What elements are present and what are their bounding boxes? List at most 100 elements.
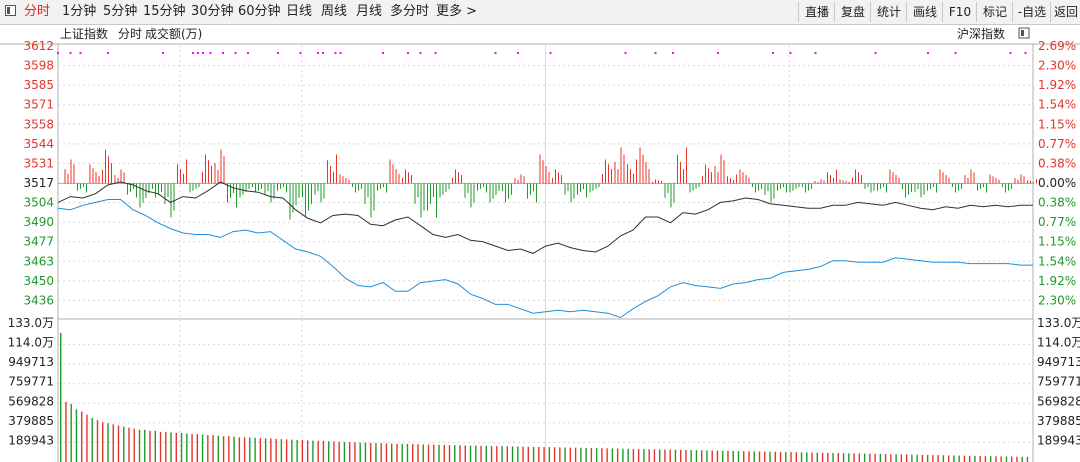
rise-bar bbox=[733, 179, 734, 184]
rise-bar bbox=[214, 163, 216, 184]
rise-bar bbox=[939, 169, 941, 184]
volume-tick-label-left: 949713 bbox=[8, 355, 54, 369]
fall-bar bbox=[264, 183, 266, 195]
volume-bar bbox=[338, 441, 340, 462]
tab-weekly[interactable]: 周线 bbox=[321, 3, 347, 20]
rise-bar bbox=[989, 174, 991, 184]
rise-bar bbox=[327, 160, 328, 184]
tab-fenshi[interactable]: 分时 bbox=[24, 3, 50, 20]
volume-bar bbox=[306, 440, 309, 462]
fall-bar bbox=[583, 183, 584, 190]
rise-bar bbox=[702, 175, 703, 184]
rise-bar bbox=[183, 173, 184, 184]
rise-bar bbox=[830, 175, 831, 184]
fall-bar bbox=[320, 183, 322, 203]
fall-bar bbox=[808, 183, 809, 191]
rise-bar bbox=[458, 172, 459, 184]
volume-bar bbox=[622, 448, 624, 462]
fall-bar bbox=[783, 183, 784, 188]
mark-button[interactable]: 标记 bbox=[976, 2, 1013, 22]
volume-bar bbox=[701, 450, 703, 462]
rise-bar bbox=[402, 177, 403, 184]
fall-bar bbox=[570, 183, 572, 203]
rise-bar bbox=[548, 171, 550, 184]
live-button[interactable]: 直播 bbox=[798, 2, 835, 22]
tab-monthly[interactable]: 月线 bbox=[356, 3, 382, 20]
intraday-chart[interactable]: 3612 2.69% 3598 2.30% 3585 1.92% 3571 1.54% 3558… bbox=[0, 25, 1080, 462]
rise-bar bbox=[973, 172, 975, 184]
fall-bar bbox=[527, 183, 528, 199]
draw-line-button[interactable]: 画线 bbox=[906, 2, 943, 22]
compare-index-name[interactable]: 沪深指数 bbox=[957, 26, 1005, 41]
pct-tick-label-right: 1.92% bbox=[1038, 274, 1076, 288]
fall-bar bbox=[873, 183, 875, 191]
volume-bar bbox=[401, 443, 403, 462]
volume-bar bbox=[968, 455, 971, 462]
rise-bar bbox=[211, 166, 212, 184]
fall-bar bbox=[952, 183, 953, 188]
volume-bar bbox=[86, 414, 88, 462]
event-marker bbox=[79, 52, 82, 54]
fall-bar bbox=[923, 183, 925, 195]
tab-5min[interactable]: 5分钟 bbox=[103, 3, 137, 20]
volume-bar bbox=[722, 450, 724, 462]
fall-bar bbox=[883, 183, 884, 188]
fall-bar bbox=[467, 183, 469, 194]
panel-toggle-icon[interactable] bbox=[5, 5, 16, 16]
rise-bar bbox=[858, 172, 859, 184]
rise-bar bbox=[677, 154, 678, 184]
fall-bar bbox=[195, 183, 197, 189]
price-tick-label-left: 3463 bbox=[23, 254, 54, 268]
fall-bar bbox=[667, 183, 669, 194]
fall-bar bbox=[955, 183, 956, 193]
event-marker bbox=[57, 52, 59, 54]
fall-bar bbox=[323, 183, 325, 199]
fall-bar bbox=[383, 183, 384, 188]
fall-bar bbox=[692, 183, 694, 191]
replay-button[interactable]: 复盘 bbox=[834, 2, 871, 22]
volume-bar bbox=[574, 447, 577, 462]
volume-bar bbox=[506, 446, 509, 462]
event-marker bbox=[1009, 52, 1012, 54]
volume-bar bbox=[417, 444, 419, 462]
fall-bar bbox=[167, 183, 169, 198]
tab-60min[interactable]: 60分钟 bbox=[238, 3, 281, 20]
f10-button[interactable]: F10 bbox=[942, 2, 977, 22]
tab-more[interactable]: 更多 > bbox=[436, 3, 477, 20]
remove-watchlist-button[interactable]: -自选 bbox=[1012, 2, 1051, 22]
compare-toggle-icon[interactable] bbox=[1018, 27, 1030, 39]
rise-bar bbox=[648, 169, 650, 184]
tab-15min[interactable]: 15分钟 bbox=[143, 3, 186, 20]
volume-bar bbox=[270, 438, 272, 462]
event-markers bbox=[57, 52, 1027, 54]
volume-bar bbox=[858, 453, 861, 462]
rise-bar bbox=[561, 175, 562, 184]
tab-daily[interactable]: 日线 bbox=[286, 3, 312, 20]
volume-bar bbox=[186, 433, 188, 462]
rise-bar bbox=[730, 178, 731, 184]
rise-bar bbox=[1030, 181, 1031, 184]
tab-multi-fenshi[interactable]: 多分时 bbox=[390, 3, 429, 20]
fall-bar bbox=[983, 183, 984, 188]
fall-bar bbox=[980, 183, 981, 189]
fall-bar bbox=[773, 183, 775, 199]
price-tick-label-left: 3531 bbox=[23, 156, 54, 170]
volume-bar bbox=[170, 432, 172, 462]
fall-bar bbox=[352, 183, 353, 188]
back-button[interactable]: 返回 bbox=[1050, 2, 1080, 22]
volume-bar bbox=[658, 449, 661, 462]
rise-bar bbox=[964, 175, 966, 184]
tab-1min[interactable]: 1分钟 bbox=[62, 3, 96, 20]
volume-bar bbox=[159, 431, 162, 462]
volume-bar bbox=[958, 455, 960, 462]
rise-bar bbox=[967, 177, 969, 184]
volume-bar bbox=[538, 446, 540, 462]
fall-bar bbox=[189, 183, 191, 193]
fall-bar bbox=[670, 183, 672, 208]
tab-30min[interactable]: 30分钟 bbox=[191, 3, 234, 20]
stats-button[interactable]: 统计 bbox=[870, 2, 907, 22]
rise-bar bbox=[708, 168, 709, 184]
fall-bar bbox=[470, 183, 472, 208]
fall-bar bbox=[289, 183, 291, 220]
rise-bar bbox=[620, 147, 622, 184]
